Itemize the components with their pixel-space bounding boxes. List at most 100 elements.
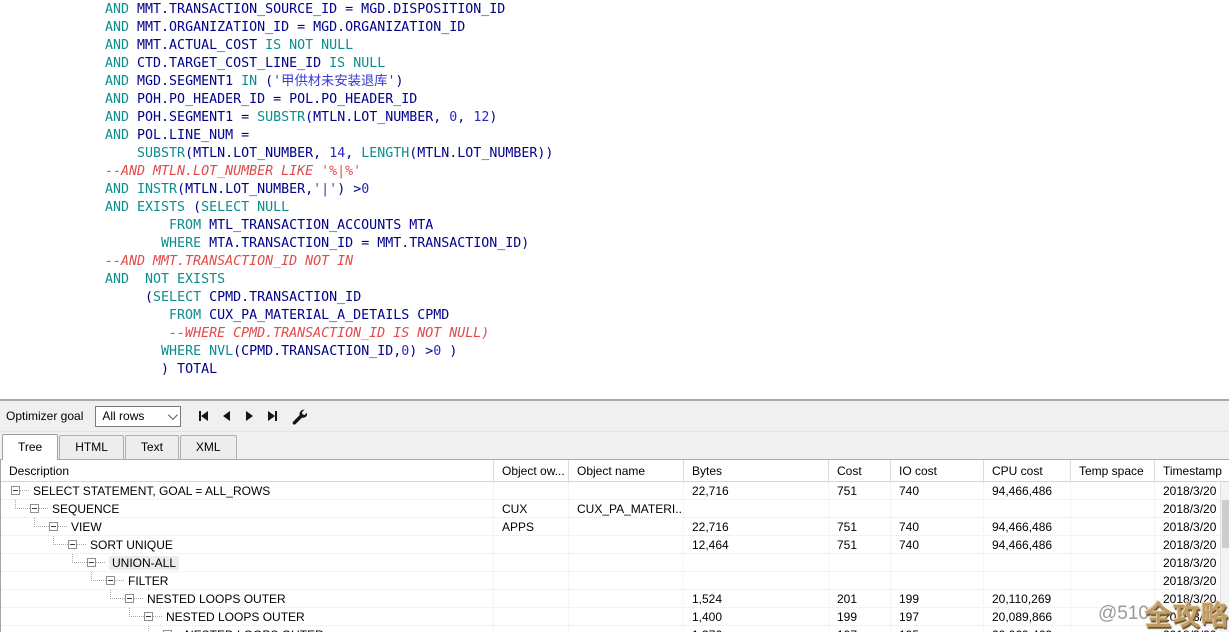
wrench-icon[interactable] (290, 408, 307, 425)
tree-cell: NESTED LOOPS OUTER (1, 608, 494, 625)
tree-expand-icon[interactable] (106, 576, 115, 585)
cell-temp (1071, 554, 1155, 571)
explain-plan-pane: Optimizer goal All rows TreeHTMLTextXML … (0, 399, 1229, 632)
plan-row[interactable]: SELECT STATEMENT, GOAL = ALL_ROWS 22,7167… (1, 482, 1229, 500)
tree-expand-icon[interactable] (11, 486, 20, 495)
cell-ts: 2018/3/20 ... (1155, 500, 1229, 517)
column-header-owner[interactable]: Object ow... (494, 460, 569, 481)
cell-cpu (984, 572, 1071, 589)
tree-node-label: NESTED LOOPS OUTER (166, 610, 305, 624)
sql-editor-pane[interactable]: AND MMT.TRANSACTION_SOURCE_ID = MGD.DISP… (0, 0, 1229, 399)
scrollbar-thumb[interactable] (1222, 500, 1229, 548)
vertical-scrollbar[interactable] (1220, 482, 1229, 632)
column-header-desc[interactable]: Description (1, 460, 494, 481)
cell-temp (1071, 626, 1155, 632)
cell-ts: 2018/3/20 ... (1155, 608, 1229, 625)
plan-grid: DescriptionObject ow...Object nameBytesC… (0, 460, 1229, 632)
cell-io: 199 (891, 590, 984, 607)
cell-owner (494, 536, 569, 553)
cell-cost (829, 572, 891, 589)
cell-io (891, 554, 984, 571)
cell-cpu: 20,089,866 (984, 608, 1071, 625)
tree-cell: FILTER (1, 572, 494, 589)
tab-text[interactable]: Text (125, 435, 179, 459)
cell-owner (494, 626, 569, 632)
previous-record-button[interactable] (218, 408, 234, 424)
column-header-name[interactable]: Object name (569, 460, 684, 481)
tree-expand-icon[interactable] (49, 522, 58, 531)
plan-row[interactable]: VIEWAPPS22,71675174094,466,4862018/3/20 … (1, 518, 1229, 536)
cell-io: 197 (891, 608, 984, 625)
plan-row[interactable]: SORT UNIQUE12,46475174094,466,4862018/3/… (1, 536, 1229, 554)
cell-bytes: 12,464 (684, 536, 829, 553)
column-header-temp[interactable]: Temp space (1071, 460, 1155, 481)
cell-bytes (684, 554, 829, 571)
next-record-button[interactable] (241, 408, 257, 424)
cell-io (891, 572, 984, 589)
cell-name (569, 626, 684, 632)
plan-grid-body: SELECT STATEMENT, GOAL = ALL_ROWS22,7167… (1, 482, 1229, 632)
cell-temp (1071, 482, 1155, 499)
optimizer-goal-select[interactable]: All rows (95, 406, 181, 427)
column-header-io[interactable]: IO cost (891, 460, 984, 481)
plan-row[interactable]: NESTED LOOPS OUTER1,37619719520,069,4622… (1, 626, 1229, 632)
tree-node-label: SEQUENCE (52, 502, 119, 516)
cell-ts: 2018/3/20 ... (1155, 518, 1229, 535)
cell-io (891, 500, 984, 517)
tab-tree[interactable]: Tree (2, 434, 58, 459)
cell-cpu: 94,466,486 (984, 482, 1071, 499)
cell-ts: 2018/3/20 ... (1155, 554, 1229, 571)
cell-owner: APPS (494, 518, 569, 535)
tree-expand-icon[interactable] (68, 540, 77, 549)
cell-cpu (984, 554, 1071, 571)
cell-owner (494, 572, 569, 589)
cell-bytes (684, 500, 829, 517)
cell-owner (494, 554, 569, 571)
last-record-button[interactable] (264, 408, 280, 424)
cell-bytes (684, 572, 829, 589)
cell-cpu (984, 500, 1071, 517)
cell-cost: 751 (829, 536, 891, 553)
plan-toolbar: Optimizer goal All rows (0, 401, 1229, 432)
cell-ts: 2018/3/20 ... (1155, 482, 1229, 499)
cell-owner (494, 590, 569, 607)
cell-name (569, 554, 684, 571)
tree-node-label: UNION-ALL (109, 556, 179, 570)
tab-html[interactable]: HTML (59, 435, 124, 459)
cell-cpu: 20,069,462 (984, 626, 1071, 632)
plan-row[interactable]: FILTER 2018/3/20 ... (1, 572, 1229, 590)
tree-node-label: SORT UNIQUE (90, 538, 173, 552)
tree-expand-icon[interactable] (87, 558, 96, 567)
tree-expand-icon[interactable] (125, 594, 134, 603)
cell-bytes: 1,376 (684, 626, 829, 632)
tree-expand-icon[interactable] (30, 504, 39, 513)
cell-bytes: 22,716 (684, 482, 829, 499)
column-header-cost[interactable]: Cost (829, 460, 891, 481)
plan-row[interactable]: NESTED LOOPS OUTER1,52420119920,110,2692… (1, 590, 1229, 608)
tree-node-label: NESTED LOOPS OUTER (185, 628, 324, 632)
plan-row[interactable]: NESTED LOOPS OUTER1,40019919720,089,8662… (1, 608, 1229, 626)
cell-ts: 2018/3/20 ... (1155, 572, 1229, 589)
cell-ts: 2018/3/20 ... (1155, 626, 1229, 632)
column-header-cpu[interactable]: CPU cost (984, 460, 1071, 481)
tree-expand-icon[interactable] (144, 612, 153, 621)
plan-row[interactable]: SEQUENCECUXCUX_PA_MATERI...2018/3/20 ... (1, 500, 1229, 518)
last-record-icon (268, 411, 275, 421)
cell-temp (1071, 500, 1155, 517)
cell-name (569, 518, 684, 535)
cell-temp (1071, 572, 1155, 589)
cell-cost (829, 500, 891, 517)
column-header-ts[interactable]: Timestamp (1155, 460, 1229, 481)
sql-code[interactable]: AND MMT.TRANSACTION_SOURCE_ID = MGD.DISP… (0, 0, 1229, 379)
cell-io: 195 (891, 626, 984, 632)
cell-owner (494, 482, 569, 499)
tab-xml[interactable]: XML (180, 435, 237, 459)
first-record-button[interactable] (195, 408, 211, 424)
plan-row[interactable]: UNION-ALL 2018/3/20 ... (1, 554, 1229, 572)
optimizer-goal-label: Optimizer goal (6, 409, 83, 423)
cell-cost: 751 (829, 482, 891, 499)
tree-cell: NESTED LOOPS OUTER (1, 626, 494, 632)
column-header-bytes[interactable]: Bytes (684, 460, 829, 481)
cell-cost: 199 (829, 608, 891, 625)
tree-cell: SELECT STATEMENT, GOAL = ALL_ROWS (1, 482, 494, 499)
